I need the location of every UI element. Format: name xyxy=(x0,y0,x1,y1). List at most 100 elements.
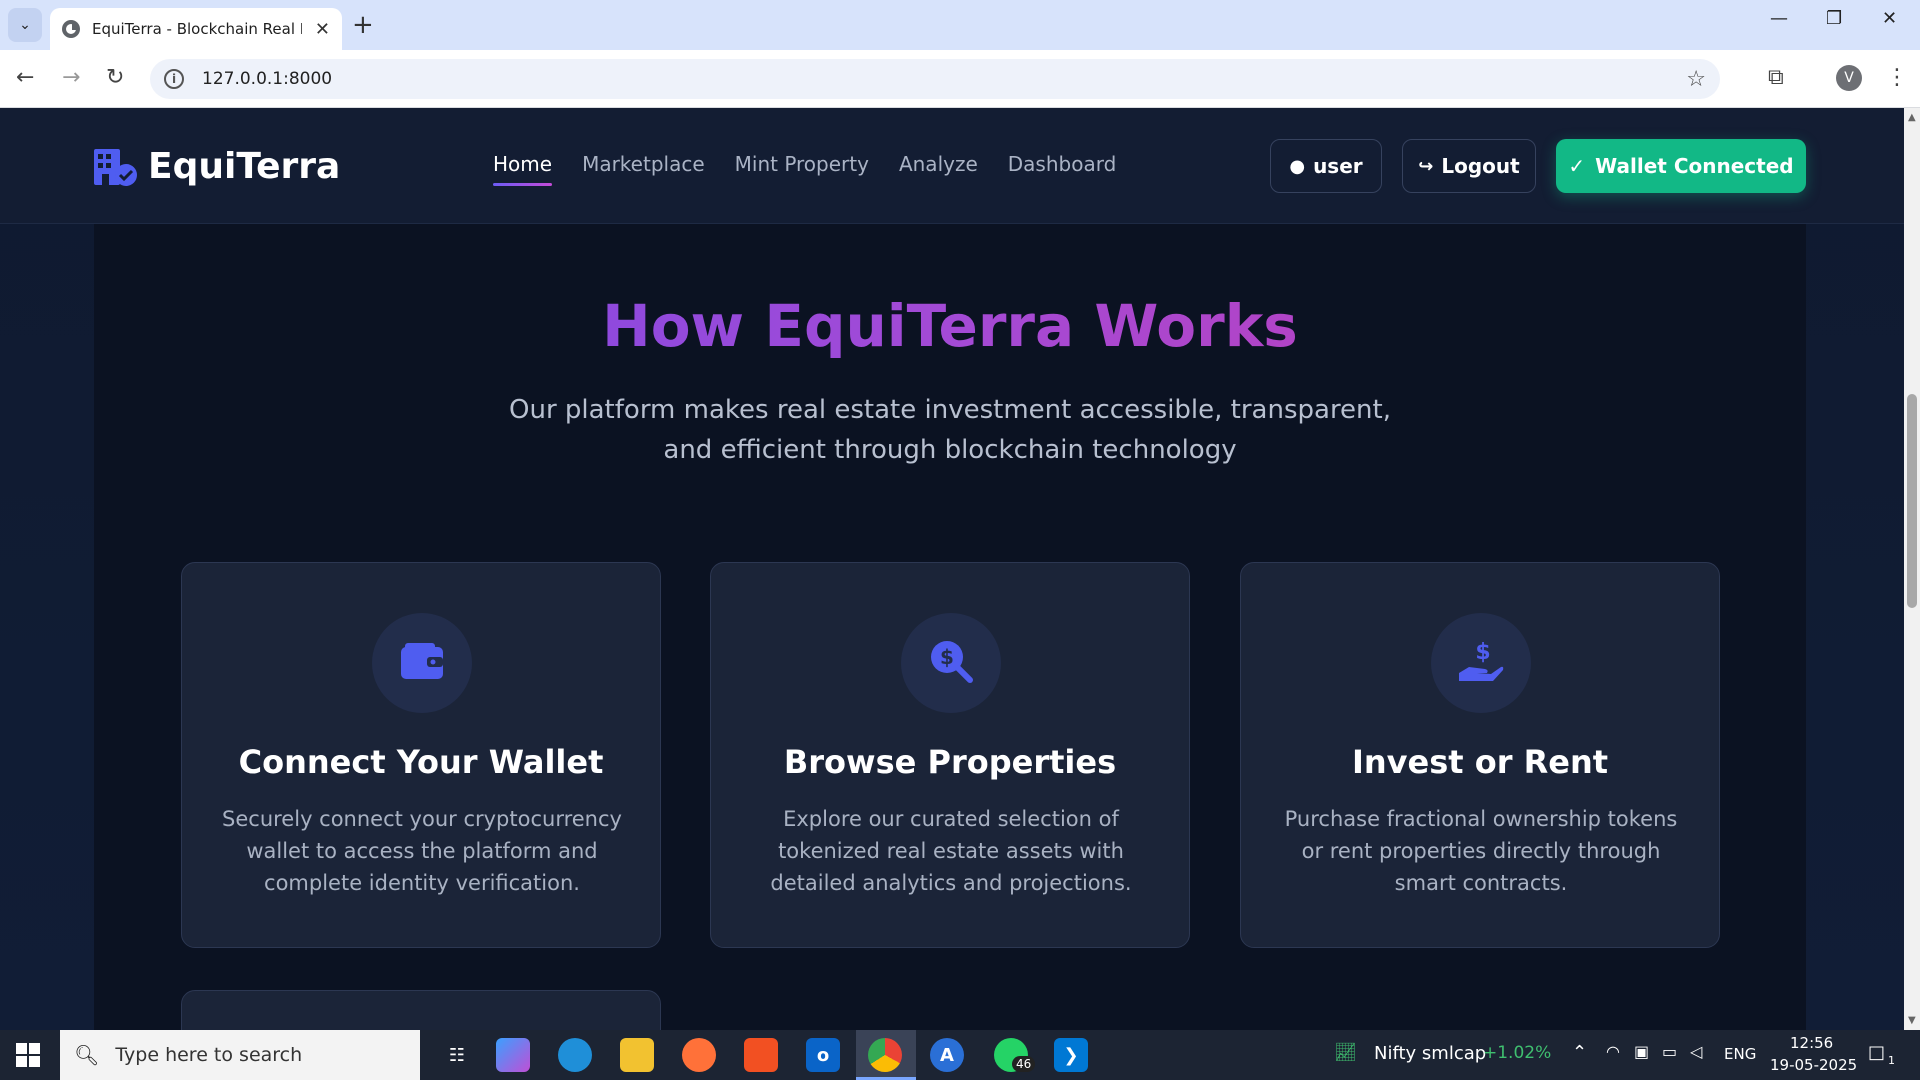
desc-line: wallet to access the platform and xyxy=(246,839,598,863)
task-view-icon[interactable]: ☷ xyxy=(440,1038,474,1072)
user-label: user xyxy=(1313,154,1363,178)
wallet-icon xyxy=(401,643,443,683)
scroll-down-icon[interactable]: ▼ xyxy=(1908,1015,1916,1026)
card-title: Invest or Rent xyxy=(1351,743,1609,781)
building-check-icon xyxy=(94,147,138,187)
network-icon[interactable]: ◠ xyxy=(1606,1042,1620,1061)
card-title: Connect Your Wallet xyxy=(238,743,604,781)
desc-line: Purchase fractional ownership tokens xyxy=(1284,807,1678,831)
clock-date[interactable]: 19-05-2025 xyxy=(1770,1056,1857,1074)
section-subtitle: Our platform makes real estate investmen… xyxy=(500,390,1400,470)
url-text: 127.0.0.1:8000 xyxy=(202,69,333,89)
page-scrollbar[interactable]: ▲ ▼ xyxy=(1904,108,1920,1030)
card-icon-circle: $ xyxy=(1431,613,1531,713)
close-window-button[interactable]: ✕ xyxy=(1882,8,1897,29)
search-icon: 🔍︎ xyxy=(74,1043,100,1067)
app-store-icon[interactable]: A xyxy=(930,1038,964,1072)
clock-time[interactable]: 12:56 xyxy=(1790,1034,1833,1052)
brand-logo[interactable]: EquiTerra xyxy=(94,146,340,187)
nav-marketplace[interactable]: Marketplace xyxy=(582,152,705,186)
chevron-up-icon[interactable]: ⌃ xyxy=(1572,1042,1587,1063)
card-description: Purchase fractional ownership tokens or … xyxy=(1281,803,1681,899)
desc-line: or rent properties directly through xyxy=(1301,839,1661,863)
forward-icon[interactable]: → xyxy=(62,64,80,92)
stock-change: +1.02% xyxy=(1483,1043,1552,1063)
chevron-down-icon: ⌄ xyxy=(19,17,31,33)
page-viewport: EquiTerra Home Marketplace Mint Property… xyxy=(0,108,1904,1030)
site-info-icon[interactable]: i xyxy=(164,69,184,89)
stock-chart-icon[interactable]: 📈︎ xyxy=(1334,1042,1357,1063)
volume-icon[interactable]: ◁ xyxy=(1690,1042,1702,1061)
browser-toolbar: ← → ↻ i 127.0.0.1:8000 ☆ ⧉ V ⋮ xyxy=(0,50,1920,108)
user-button[interactable]: ● user xyxy=(1270,139,1382,193)
close-icon[interactable]: ✕ xyxy=(315,19,330,40)
windows-start-icon[interactable] xyxy=(16,1043,40,1067)
subtitle-line-1: Our platform makes real estate investmen… xyxy=(509,395,1391,425)
battery-icon[interactable]: ▭ xyxy=(1662,1042,1677,1061)
step-card-browse-properties: $ Browse Properties Explore our curated … xyxy=(710,562,1190,948)
bookmark-star-icon[interactable]: ☆ xyxy=(1686,67,1706,92)
restore-button[interactable]: ❐ xyxy=(1826,8,1842,29)
desc-line: smart contracts. xyxy=(1394,871,1568,895)
nav-mint-property[interactable]: Mint Property xyxy=(735,152,869,186)
card-description: Explore our curated selection of tokeniz… xyxy=(751,803,1151,899)
stock-name[interactable]: Nifty smlcap xyxy=(1374,1043,1486,1064)
vscode-icon[interactable]: ❯ xyxy=(1054,1038,1088,1072)
hand-holding-dollar-icon: $ xyxy=(1457,639,1505,687)
address-bar[interactable]: i 127.0.0.1:8000 ☆ xyxy=(150,59,1720,99)
minimize-button[interactable]: — xyxy=(1770,8,1788,29)
menu-kebab-icon[interactable]: ⋮ xyxy=(1886,64,1908,92)
sign-out-icon: ↪ xyxy=(1418,155,1434,177)
scroll-up-icon[interactable]: ▲ xyxy=(1908,112,1916,123)
user-circle-icon: ● xyxy=(1289,155,1306,177)
extensions-icon[interactable]: ⧉ xyxy=(1768,64,1784,92)
notification-icon[interactable]: □ xyxy=(1868,1042,1885,1063)
notification-count: 1 xyxy=(1888,1054,1895,1067)
tab-search-button[interactable]: ⌄ xyxy=(8,8,42,42)
wallet-label: Wallet Connected xyxy=(1595,154,1794,178)
profile-avatar[interactable]: V xyxy=(1836,65,1862,91)
globe-icon xyxy=(62,20,80,38)
how-it-works-section: How EquiTerra Works Our platform makes r… xyxy=(94,224,1806,1030)
copilot-icon[interactable] xyxy=(496,1038,530,1072)
logout-button[interactable]: ↪ Logout xyxy=(1402,139,1536,193)
svg-text:$: $ xyxy=(1475,640,1490,665)
microsoft-store-icon[interactable] xyxy=(744,1038,778,1072)
scrollbar-thumb[interactable] xyxy=(1907,394,1917,608)
taskbar-search-box[interactable]: 🔍︎ Type here to search xyxy=(60,1030,420,1080)
nav-home[interactable]: Home xyxy=(493,152,553,186)
step-card-connect-wallet: Connect Your Wallet Securely connect you… xyxy=(181,562,661,948)
card-icon-circle xyxy=(372,613,472,713)
desc-line: tokenized real estate assets with xyxy=(778,839,1124,863)
back-icon[interactable]: ← xyxy=(16,64,34,92)
whatsapp-badge: 46 xyxy=(1012,1056,1036,1072)
section-title: How EquiTerra Works xyxy=(94,292,1806,360)
card-icon-circle: $ xyxy=(901,613,1001,713)
nav-dashboard[interactable]: Dashboard xyxy=(1008,152,1117,186)
wallet-connected-button[interactable]: ✓ Wallet Connected xyxy=(1556,139,1806,193)
new-tab-button[interactable]: + xyxy=(352,10,374,40)
main-nav: Home Marketplace Mint Property Analyze D… xyxy=(493,152,1116,186)
site-header: EquiTerra Home Marketplace Mint Property… xyxy=(0,108,1904,224)
language-indicator[interactable]: ENG xyxy=(1724,1045,1756,1063)
firefox-icon[interactable] xyxy=(682,1038,716,1072)
edge-icon[interactable] xyxy=(558,1038,592,1072)
card-description: Securely connect your cryptocurrency wal… xyxy=(222,803,622,899)
brand-name: EquiTerra xyxy=(148,146,341,187)
desc-line: complete identity verification. xyxy=(264,871,580,895)
nav-analyze[interactable]: Analyze xyxy=(899,152,978,186)
svg-text:$: $ xyxy=(940,645,954,669)
browser-tab[interactable]: EquiTerra - Blockchain Real Esta ✕ xyxy=(50,8,342,50)
browser-tab-bar: ⌄ EquiTerra - Blockchain Real Esta ✕ + —… xyxy=(0,0,1920,50)
step-card-partial xyxy=(181,990,661,1030)
outlook-icon[interactable]: o xyxy=(806,1038,840,1072)
file-explorer-icon[interactable] xyxy=(620,1038,654,1072)
chrome-icon[interactable] xyxy=(868,1038,902,1072)
card-title: Browse Properties xyxy=(783,743,1117,781)
check-icon: ✓ xyxy=(1568,154,1586,178)
reload-icon[interactable]: ↻ xyxy=(106,64,124,92)
meet-icon[interactable]: ▣ xyxy=(1634,1042,1649,1061)
desc-line: Securely connect your cryptocurrency xyxy=(222,807,622,831)
tab-title: EquiTerra - Blockchain Real Esta xyxy=(92,20,302,38)
logout-label: Logout xyxy=(1441,154,1520,178)
